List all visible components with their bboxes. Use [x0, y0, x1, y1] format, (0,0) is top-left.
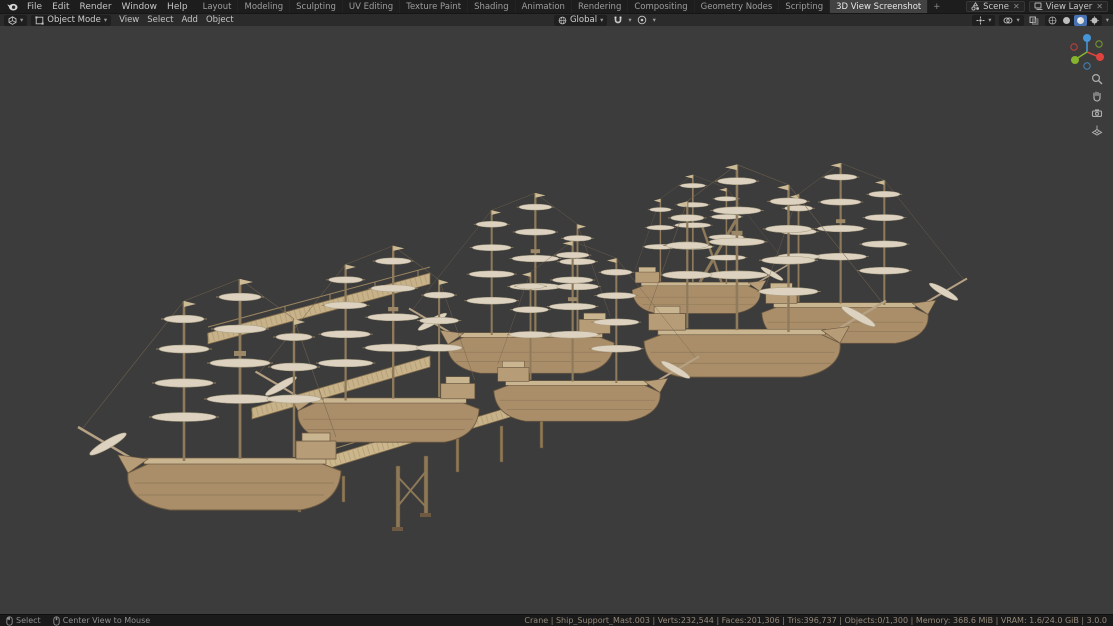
snap-dropdown-icon[interactable]: ▾ [628, 17, 631, 24]
gizmo-axis-y[interactable] [1071, 56, 1079, 64]
scene-statistics: Crane | Ship_Support_Mast.003 | Verts:23… [524, 616, 1107, 625]
status-bar: Select Center View to Mouse Crane | Ship… [0, 614, 1113, 626]
scene-name: Scene [983, 2, 1009, 12]
blender-window: File Edit Render Window Help Layout Mode… [0, 0, 1113, 626]
viewport-tools [1090, 72, 1103, 136]
camera-view-icon[interactable] [1090, 106, 1103, 119]
scene-selector[interactable]: Scene ✕ [966, 1, 1025, 12]
chevron-down-icon: ▾ [20, 17, 23, 24]
view-layer-icon [1034, 2, 1043, 11]
workspace-tab-animation[interactable]: Animation [516, 0, 572, 13]
shading-material-preview-button[interactable] [1074, 15, 1087, 26]
orientation-label: Global [570, 15, 597, 25]
chevron-down-icon: ▾ [600, 17, 603, 24]
shading-wireframe-button[interactable] [1046, 15, 1059, 26]
chevron-down-icon: ▾ [1016, 17, 1019, 24]
menu-render[interactable]: Render [75, 2, 117, 12]
add-workspace-button[interactable]: + [928, 0, 945, 13]
object-mode-icon [35, 16, 44, 25]
workspace-tab-layout[interactable]: Layout [197, 0, 239, 13]
workspace-tab-scripting[interactable]: Scripting [779, 0, 830, 13]
hint-center-view-label: Center View to Mouse [63, 616, 151, 625]
chevron-down-icon: ▾ [988, 17, 991, 24]
view-layer-name: View Layer [1046, 2, 1093, 12]
mouse-left-icon [6, 616, 13, 626]
3d-viewport-editor-icon [8, 16, 17, 25]
shading-rendered-button[interactable] [1088, 15, 1101, 26]
workspace-tab-3d-view-screenshot[interactable]: 3D View Screenshot [830, 0, 928, 13]
workspace-tab-rendering[interactable]: Rendering [572, 0, 628, 13]
menu-object[interactable]: Object [202, 15, 238, 25]
app-menus: File Edit Render Window Help [22, 0, 193, 13]
snap-toggle-button[interactable] [611, 15, 624, 26]
menu-window[interactable]: Window [117, 2, 163, 12]
mode-label: Object Mode [47, 15, 101, 25]
xray-icon [1029, 16, 1039, 25]
transform-orientation-dropdown[interactable]: Global ▾ [554, 15, 607, 26]
blender-logo-icon[interactable] [3, 3, 22, 11]
topbar: File Edit Render Window Help Layout Mode… [0, 0, 1113, 13]
menu-view[interactable]: View [115, 15, 143, 25]
solid-shading-icon [1062, 16, 1071, 25]
navigation-gizmo[interactable] [1067, 30, 1107, 70]
orientation-globe-icon [558, 16, 567, 25]
magnet-icon [613, 15, 623, 25]
chevron-down-icon: ▾ [104, 17, 107, 24]
menu-edit[interactable]: Edit [47, 2, 74, 12]
show-gizmos-dropdown[interactable]: ▾ [972, 15, 995, 26]
unlink-view-layer-icon[interactable]: ✕ [1096, 2, 1103, 11]
menu-file[interactable]: File [22, 2, 47, 12]
workspace-tab-geometry-nodes[interactable]: Geometry Nodes [695, 0, 780, 13]
workspace-tabs: Layout Modeling Sculpting UV Editing Tex… [197, 0, 946, 13]
shading-dropdown-icon[interactable]: ▾ [1106, 17, 1109, 24]
show-overlays-dropdown[interactable]: ▾ [999, 15, 1023, 26]
viewport-scene [0, 26, 1113, 614]
menu-select[interactable]: Select [143, 15, 177, 25]
material-preview-icon [1076, 16, 1085, 25]
zoom-icon[interactable] [1090, 72, 1103, 85]
pan-hand-icon[interactable] [1090, 89, 1103, 102]
viewport-header: ▾ Object Mode ▾ View Select Add Object G… [0, 13, 1113, 26]
perspective-toggle-icon[interactable] [1090, 123, 1103, 136]
menu-add[interactable]: Add [177, 15, 201, 25]
ship-model [256, 246, 480, 442]
gizmos-icon [976, 16, 985, 25]
status-hint-select: Select [6, 616, 41, 626]
gizmo-axis-x[interactable] [1096, 53, 1104, 61]
unlink-scene-icon[interactable]: ✕ [1013, 2, 1020, 11]
3d-viewport[interactable] [0, 26, 1113, 614]
gizmo-axis-x-neg[interactable] [1071, 44, 1077, 50]
rendered-shading-icon [1090, 16, 1099, 25]
gizmo-axis-y-neg[interactable] [1096, 41, 1102, 47]
shading-mode-switch [1045, 15, 1102, 26]
mode-dropdown[interactable]: Object Mode ▾ [31, 15, 111, 26]
view-layer-selector[interactable]: View Layer ✕ [1029, 1, 1108, 12]
menu-help[interactable]: Help [162, 2, 193, 12]
overlays-icon [1003, 16, 1013, 25]
editor-type-dropdown[interactable]: ▾ [4, 15, 27, 26]
status-hint-center-view: Center View to Mouse [53, 616, 151, 626]
workspace-tab-sculpting[interactable]: Sculpting [290, 0, 343, 13]
scene-icon [971, 2, 980, 11]
workspace-tab-shading[interactable]: Shading [468, 0, 516, 13]
workspace-tab-compositing[interactable]: Compositing [628, 0, 694, 13]
shading-solid-button[interactable] [1060, 15, 1073, 26]
workspace-tab-texture-paint[interactable]: Texture Paint [400, 0, 468, 13]
wireframe-icon [1048, 16, 1057, 25]
gizmo-axis-z-neg[interactable] [1084, 63, 1090, 69]
toggle-xray-button[interactable] [1028, 15, 1041, 26]
proportional-editing-icon [637, 15, 647, 25]
workspace-tab-modeling[interactable]: Modeling [238, 0, 290, 13]
hint-select-label: Select [16, 616, 41, 625]
workspace-tab-uv-editing[interactable]: UV Editing [343, 0, 400, 13]
mouse-middle-icon [53, 616, 60, 626]
proportional-dropdown-icon[interactable]: ▾ [653, 17, 656, 24]
proportional-editing-toggle[interactable] [636, 15, 649, 26]
gizmo-axis-z[interactable] [1083, 34, 1091, 42]
viewport-menus: View Select Add Object [115, 15, 238, 25]
